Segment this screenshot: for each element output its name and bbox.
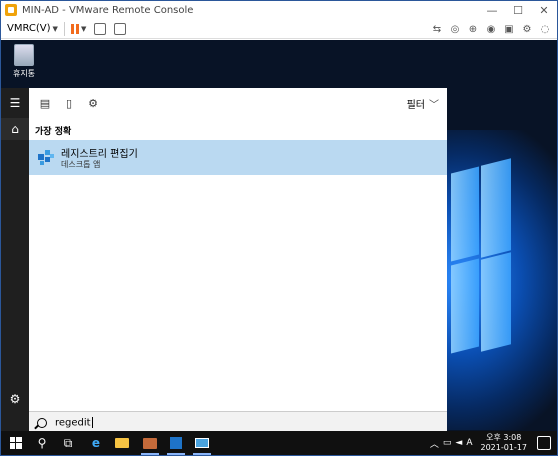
search-input[interactable]: regedit bbox=[29, 411, 447, 431]
clock[interactable]: 오후 3:08 2021-01-17 bbox=[481, 433, 528, 453]
result-subtitle: 데스크톱 앱 bbox=[61, 160, 101, 169]
chevron-down-icon: ▼ bbox=[52, 25, 58, 33]
recycle-bin-shortcut[interactable]: 휴지통 bbox=[9, 44, 39, 79]
window-controls: — ☐ ✕ bbox=[479, 1, 557, 19]
file-explorer-icon[interactable] bbox=[109, 431, 135, 455]
registry-editor-icon bbox=[38, 150, 54, 165]
vmware-app-icon bbox=[5, 4, 17, 16]
filter-dropdown[interactable]: 필터 ﹀ bbox=[407, 96, 439, 111]
printer-icon[interactable]: ▣ bbox=[503, 23, 515, 35]
remote-desktop-icon[interactable] bbox=[189, 431, 215, 455]
pause-dropdown-icon[interactable]: ▼ bbox=[81, 25, 86, 33]
search-query: regedit bbox=[55, 417, 91, 429]
result-title: 레지스트리 편집기 bbox=[61, 149, 138, 160]
title-bar: MIN-AD - VMware Remote Console — ☐ ✕ bbox=[1, 1, 557, 19]
search-icon bbox=[37, 417, 47, 428]
toolbar-divider bbox=[63, 21, 65, 36]
documents-scope-icon[interactable]: ▯ bbox=[61, 95, 77, 111]
sound-icon[interactable]: ◉ bbox=[485, 23, 497, 35]
best-match-heading: 가장 정확 bbox=[35, 127, 72, 137]
chevron-down-icon: ﹀ bbox=[429, 100, 439, 111]
network-tray-icon[interactable]: ▭ bbox=[443, 438, 452, 448]
start-button[interactable] bbox=[3, 431, 29, 455]
clock-time: 오후 3:08 bbox=[486, 433, 522, 442]
system-tray: ︿ ▭ ◄ A 오후 3:08 2021-01-17 bbox=[430, 431, 551, 455]
best-match-result[interactable]: 레지스트리 편집기 데스크톱 앱 bbox=[29, 140, 447, 175]
volume-icon[interactable]: ◄ bbox=[455, 438, 462, 448]
minimize-button[interactable]: — bbox=[479, 1, 505, 19]
task-view-icon[interactable]: ⧉ bbox=[55, 431, 81, 455]
taskbar-search-icon[interactable]: ⚲ bbox=[29, 431, 55, 455]
network-icon[interactable]: ⇆ bbox=[431, 23, 443, 35]
vmrc-menu[interactable]: VMRC(V) ▼ bbox=[7, 23, 58, 34]
settings-scope-icon[interactable]: ⚙ bbox=[85, 95, 101, 111]
more-devices-icon[interactable]: ◌ bbox=[539, 23, 551, 35]
apps-scope-icon[interactable]: ▤ bbox=[37, 95, 53, 111]
search-scope-bar: ▤ ▯ ⚙ 필터 ﹀ bbox=[29, 88, 447, 118]
pause-icon[interactable] bbox=[70, 23, 79, 34]
home-icon[interactable]: ⌂ bbox=[1, 118, 29, 140]
guest-desktop: 휴지통 ☰ ⌂ ⚙ ▤ ▯ ⚙ 필터 ﹀ 가장 정확 레지스트리 편집기 데스크… bbox=[1, 40, 557, 431]
regedit-taskbar-icon[interactable] bbox=[163, 431, 189, 455]
settings-icon[interactable]: ⚙ bbox=[521, 23, 533, 35]
windows-start-icon bbox=[10, 437, 22, 449]
hamburger-menu-icon[interactable]: ☰ bbox=[1, 92, 29, 114]
ime-indicator[interactable]: A bbox=[466, 438, 472, 448]
clock-date: 2021-01-17 bbox=[480, 443, 528, 452]
send-ctrl-alt-del-icon[interactable] bbox=[94, 22, 107, 35]
recycle-bin-icon bbox=[14, 44, 34, 66]
text-cursor bbox=[91, 416, 93, 428]
recycle-bin-label: 휴지통 bbox=[12, 69, 36, 78]
usb-icon[interactable]: ⊕ bbox=[467, 23, 479, 35]
toolbar-device-icons: ⇆ ◎ ⊕ ◉ ▣ ⚙ ◌ bbox=[431, 19, 551, 39]
vmrc-window: MIN-AD - VMware Remote Console — ☐ ✕ VMR… bbox=[0, 0, 558, 456]
close-button[interactable]: ✕ bbox=[531, 1, 557, 19]
notifications-icon[interactable] bbox=[537, 436, 551, 450]
window-title: MIN-AD - VMware Remote Console bbox=[22, 4, 194, 16]
search-panel: ▤ ▯ ⚙ 필터 ﹀ 가장 정확 레지스트리 편집기 데스크톱 앱 regedi… bbox=[29, 88, 447, 431]
maximize-button[interactable]: ☐ bbox=[505, 1, 531, 19]
taskbar: ⚲ ⧉ e ︿ ▭ ◄ A 오후 3:08 2021-01-17 bbox=[1, 431, 557, 455]
edge-browser-icon[interactable]: e bbox=[83, 431, 109, 455]
chevron-up-icon[interactable]: ︿ bbox=[430, 437, 439, 450]
fullscreen-icon[interactable] bbox=[114, 22, 127, 35]
server-manager-icon[interactable] bbox=[137, 431, 163, 455]
settings-gear-icon[interactable]: ⚙ bbox=[1, 388, 29, 410]
start-menu-rail: ☰ ⌂ ⚙ bbox=[1, 88, 29, 431]
windows-wallpaper-logo bbox=[451, 158, 511, 360]
vmrc-toolbar: VMRC(V) ▼ ▼ ⇆ ◎ ⊕ ◉ ▣ ⚙ ◌ bbox=[1, 19, 557, 39]
cd-drive-icon[interactable]: ◎ bbox=[449, 23, 461, 35]
